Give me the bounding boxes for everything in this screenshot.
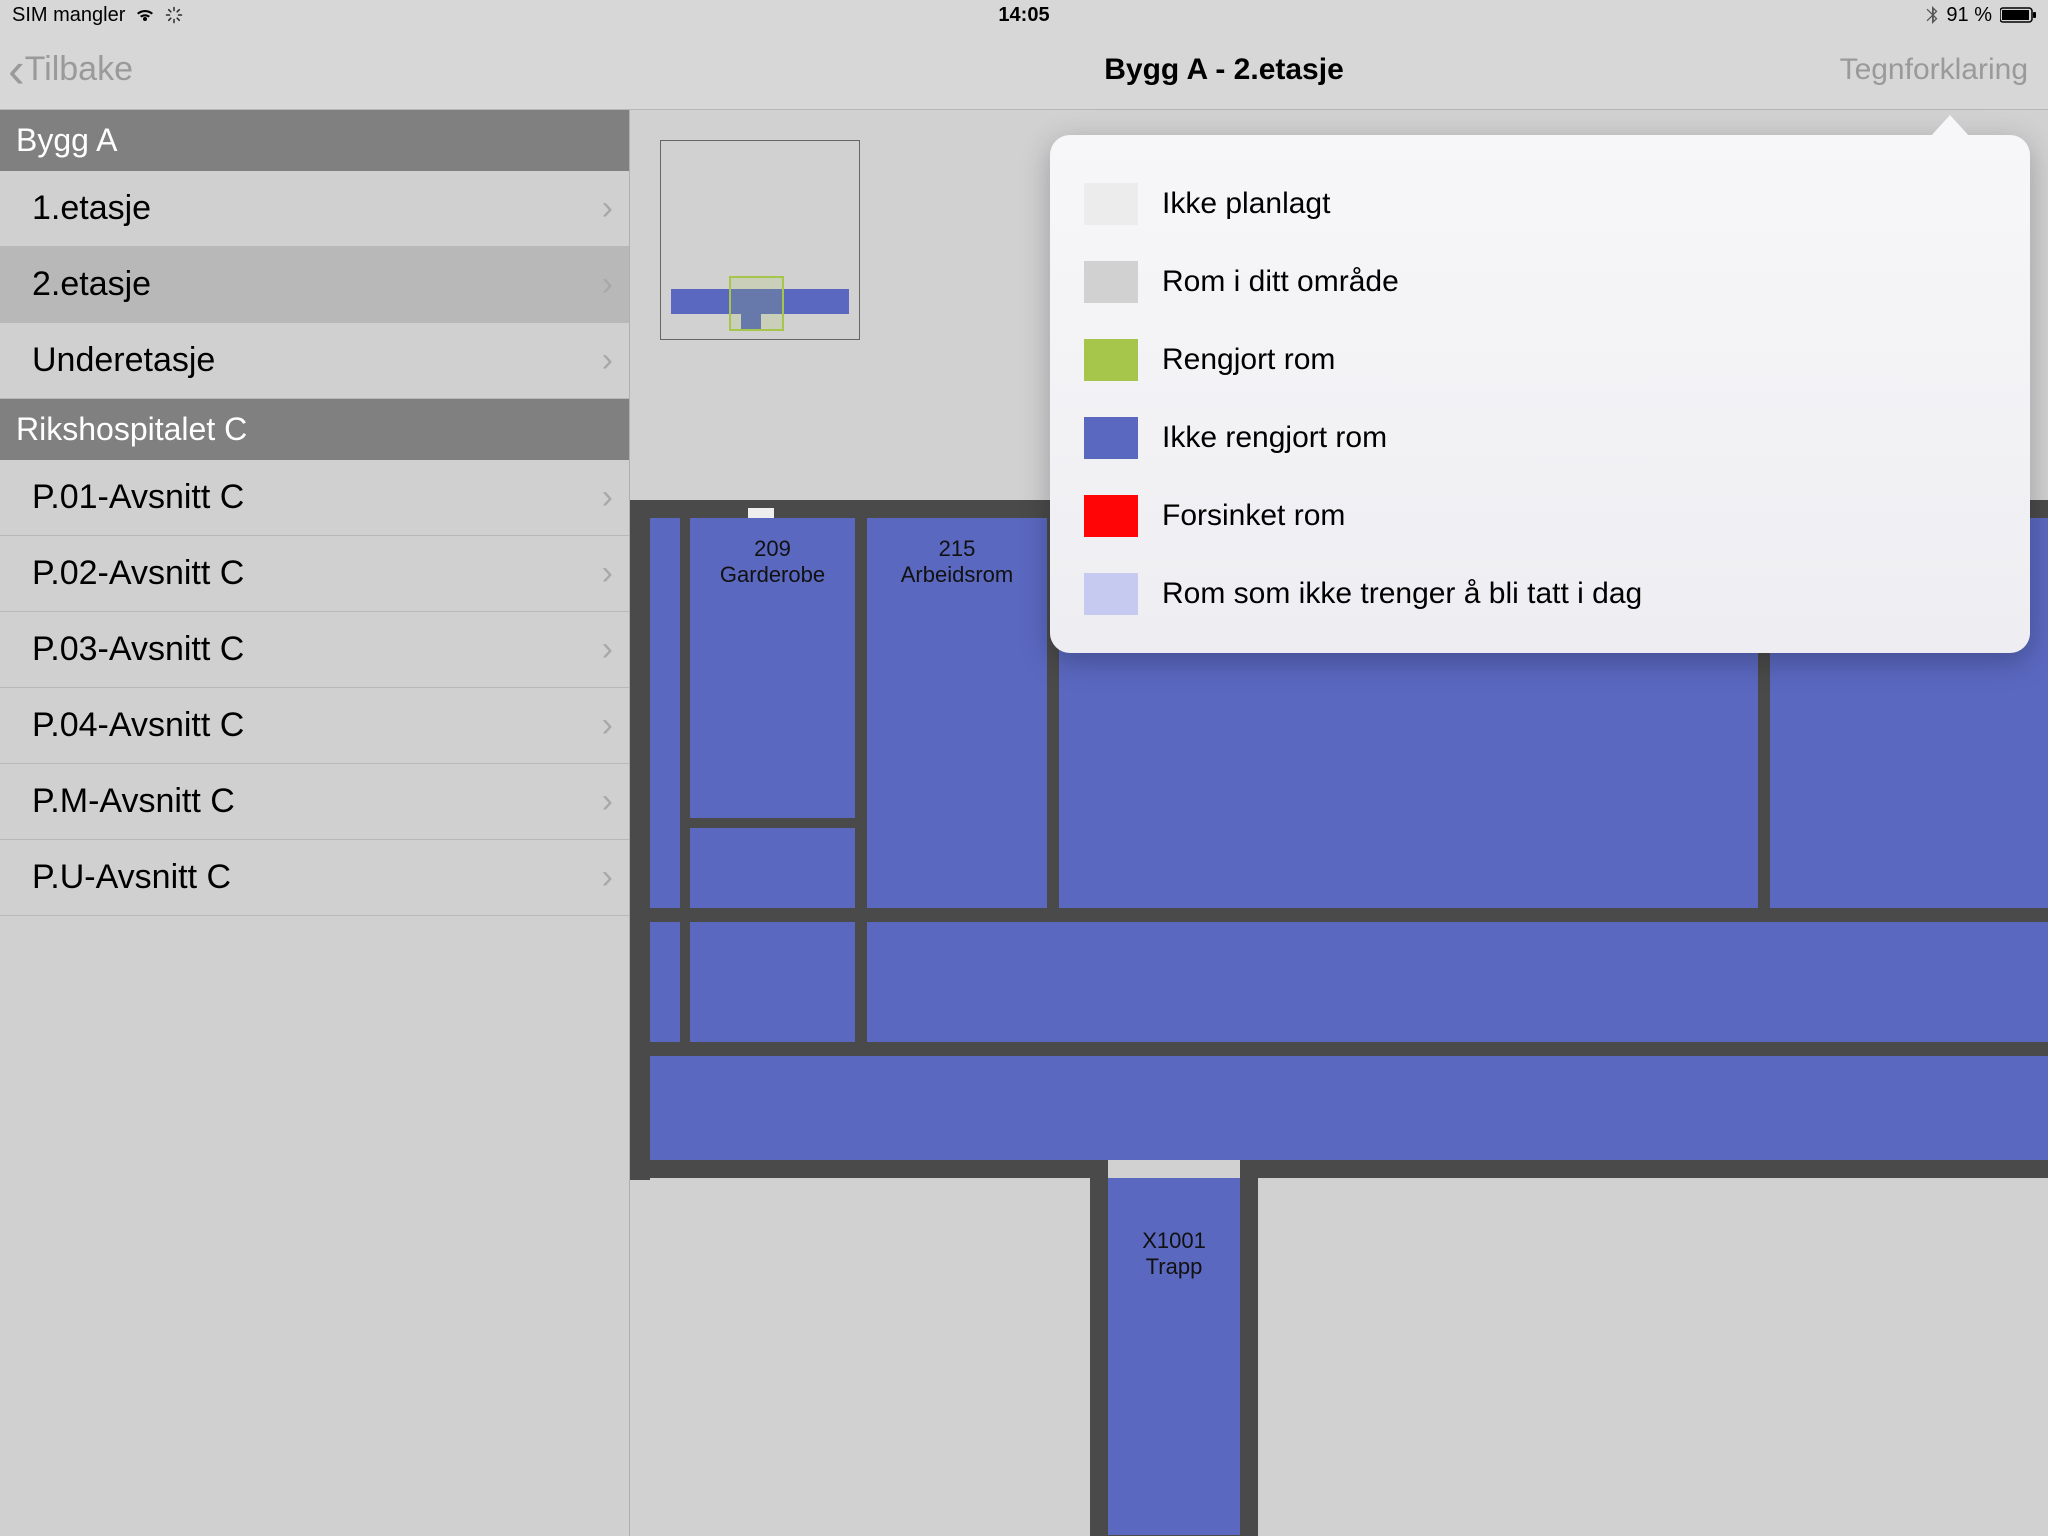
chevron-right-icon: › — [602, 630, 613, 669]
chevron-right-icon: › — [602, 706, 613, 745]
wifi-icon — [135, 7, 155, 23]
sidebar-item-label: P.M-Avsnitt C — [32, 782, 235, 821]
room-215[interactable]: 215 Arbeidsrom — [867, 518, 1047, 908]
sidebar-item-label: 1.etasje — [32, 189, 151, 228]
chevron-right-icon: › — [602, 782, 613, 821]
room-number: 209 — [754, 536, 791, 562]
legend-item: Rengjort rom — [1050, 321, 2030, 399]
sidebar-item-pm[interactable]: P.M-Avsnitt C › — [0, 764, 629, 840]
sidebar-section-header: Bygg A — [0, 110, 629, 171]
sidebar-item-label: Underetasje — [32, 341, 215, 380]
wall — [650, 908, 2048, 922]
wall — [855, 518, 867, 908]
battery-icon — [2000, 7, 2036, 23]
sidebar-item-label: P.03-Avsnitt C — [32, 630, 244, 669]
floor-plan[interactable]: 209 Garderobe 215 Arbeidsrom X1001 Trapp — [630, 600, 2048, 1170]
room[interactable] — [650, 922, 680, 1042]
legend-label: Rom i ditt område — [1162, 265, 1399, 299]
legend-swatch — [1084, 417, 1138, 459]
wall — [1090, 1160, 1108, 1536]
wall — [855, 922, 867, 1042]
legend-label: Ikke rengjort rom — [1162, 421, 1387, 455]
back-button[interactable]: ‹ Tilbake — [0, 50, 133, 89]
wall — [1240, 1160, 1258, 1536]
legend-popover: Ikke planlagt Rom i ditt område Rengjort… — [1050, 135, 2030, 653]
back-label: Tilbake — [25, 50, 133, 89]
wall — [680, 922, 690, 1042]
page-title: Bygg A - 2.etasje — [1104, 53, 1344, 87]
room[interactable] — [650, 518, 680, 908]
room-x1001[interactable]: X1001 Trapp — [1108, 1178, 1240, 1535]
wall — [650, 1042, 2048, 1056]
chevron-right-icon: › — [602, 478, 613, 517]
room-label: Trapp — [1146, 1254, 1203, 1280]
legend-swatch — [1084, 573, 1138, 615]
sidebar-item-2etasje[interactable]: 2.etasje › — [0, 247, 629, 323]
sidebar-item-pu[interactable]: P.U-Avsnitt C › — [0, 840, 629, 916]
bluetooth-icon — [1926, 6, 1938, 24]
clock: 14:05 — [998, 4, 1049, 27]
room-label: Arbeidsrom — [901, 562, 1013, 588]
sidebar-item-underetasje[interactable]: Underetasje › — [0, 323, 629, 399]
page-title-wrap: Bygg A - 2.etasje — [0, 53, 2048, 87]
wall — [630, 500, 650, 1180]
room[interactable] — [690, 922, 855, 1042]
sidebar-item-1etasje[interactable]: 1.etasje › — [0, 171, 629, 247]
legend-item: Forsinket rom — [1050, 477, 2030, 555]
chevron-right-icon: › — [602, 341, 613, 380]
legend-label: Rom som ikke trenger å bli tatt i dag — [1162, 577, 1642, 611]
navigation-bar: ‹ Tilbake Bygg A - 2.etasje Tegnforklari… — [0, 30, 2048, 110]
wall — [690, 818, 855, 828]
minimap[interactable] — [660, 140, 860, 340]
room-number: X1001 — [1142, 1228, 1206, 1254]
legend-label: Ikke planlagt — [1162, 187, 1330, 221]
room-209[interactable]: 209 Garderobe — [690, 518, 855, 818]
sidebar-item-label: P.01-Avsnitt C — [32, 478, 244, 517]
legend-swatch — [1084, 339, 1138, 381]
sidebar: Bygg A 1.etasje › 2.etasje › Underetasje… — [0, 110, 630, 1536]
sidebar-item-label: P.U-Avsnitt C — [32, 858, 231, 897]
legend-button[interactable]: Tegnforklaring — [1840, 53, 2048, 87]
sidebar-item-p04[interactable]: P.04-Avsnitt C › — [0, 688, 629, 764]
sidebar-item-p02[interactable]: P.02-Avsnitt C › — [0, 536, 629, 612]
loading-spinner-icon — [165, 6, 183, 24]
room-label: Garderobe — [720, 562, 825, 588]
chevron-right-icon: › — [602, 858, 613, 897]
sim-status: SIM mangler — [12, 4, 125, 27]
door-marker — [748, 508, 774, 518]
legend-item: Rom i ditt område — [1050, 243, 2030, 321]
legend-label: Rengjort rom — [1162, 343, 1335, 377]
legend-item: Ikke planlagt — [1050, 165, 2030, 243]
sidebar-item-label: P.04-Avsnitt C — [32, 706, 244, 745]
room[interactable] — [690, 828, 855, 908]
wall — [1240, 1160, 2048, 1178]
chevron-right-icon: › — [602, 189, 613, 228]
legend-item: Rom som ikke trenger å bli tatt i dag — [1050, 555, 2030, 633]
sidebar-item-p01[interactable]: P.01-Avsnitt C › — [0, 460, 629, 536]
sidebar-item-p03[interactable]: P.03-Avsnitt C › — [0, 612, 629, 688]
battery-percent: 91 % — [1946, 4, 1992, 27]
wall — [630, 1160, 1100, 1178]
minimap-viewport[interactable] — [729, 276, 784, 331]
chevron-right-icon: › — [602, 554, 613, 593]
room[interactable] — [650, 1056, 2048, 1160]
sidebar-item-label: 2.etasje — [32, 265, 151, 304]
legend-swatch — [1084, 183, 1138, 225]
wall — [680, 518, 690, 908]
room-number: 215 — [939, 536, 976, 562]
sidebar-item-label: P.02-Avsnitt C — [32, 554, 244, 593]
sidebar-section-header: Rikshospitalet C — [0, 399, 629, 460]
room[interactable] — [867, 922, 2048, 1042]
legend-swatch — [1084, 261, 1138, 303]
legend-label: Forsinket rom — [1162, 499, 1345, 533]
chevron-right-icon: › — [602, 265, 613, 304]
legend-item: Ikke rengjort rom — [1050, 399, 2030, 477]
status-bar: SIM mangler 14:05 91 % — [0, 0, 2048, 30]
legend-swatch — [1084, 495, 1138, 537]
map-area[interactable]: 209 Garderobe 215 Arbeidsrom X1001 Trapp — [630, 110, 2048, 1536]
